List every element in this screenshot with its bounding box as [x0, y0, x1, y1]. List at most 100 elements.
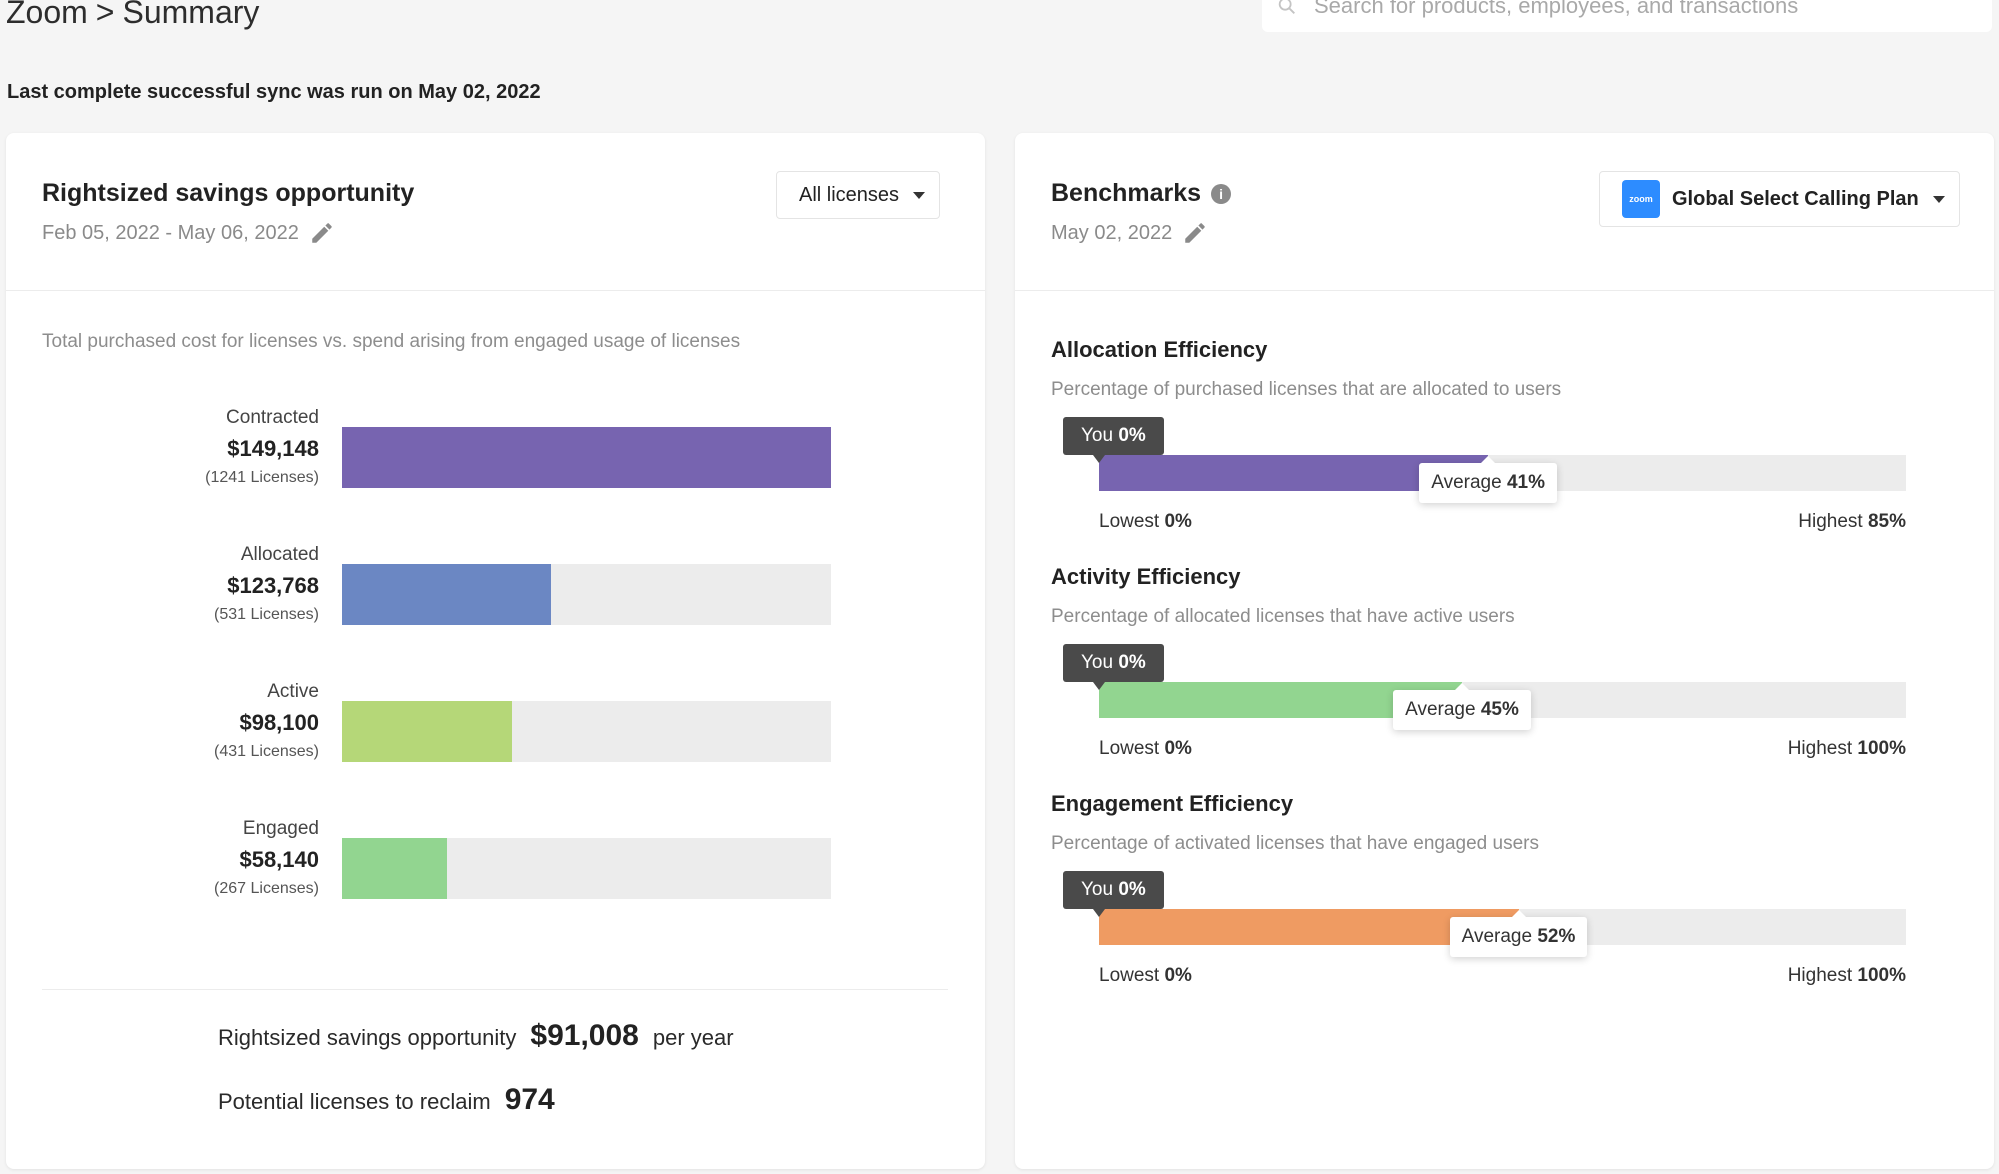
bar-track — [342, 427, 831, 488]
savings-card-title: Rightsized savings opportunity — [42, 179, 415, 207]
average-marker-tooltip: Average 41% — [1419, 456, 1557, 503]
benchmarks-date: May 02, 2022 — [1051, 220, 1208, 246]
reclaim-summary-label: Potential licenses to reclaim — [218, 1089, 491, 1114]
lowest-value: 0% — [1164, 738, 1192, 759]
caret-down-icon — [913, 191, 926, 199]
benchmarks-date-text: May 02, 2022 — [1051, 221, 1173, 244]
benchmark-title: Activity Efficiency — [1051, 564, 1241, 589]
savings-summary-unit: per year — [652, 1025, 734, 1050]
savings-card: Rightsized savings opportunity Feb 05, 2… — [6, 133, 985, 1169]
date-range-text: Feb 05, 2022 - May 06, 2022 — [42, 221, 299, 244]
range-lowest: Lowest 0% — [1099, 965, 1192, 987]
average-label: Average — [1461, 926, 1533, 947]
range-lowest: Lowest 0% — [1099, 738, 1192, 760]
bar-amount: $149,148 — [227, 436, 319, 461]
benchmarks-card-title: Benchmarks i — [1051, 179, 1232, 208]
search-input[interactable] — [1314, 0, 1954, 19]
you-label: You — [1081, 652, 1114, 673]
bar-fill — [342, 564, 552, 625]
savings-date-range: Feb 05, 2022 - May 06, 2022 — [42, 220, 335, 246]
zoom-logo-icon: zoom — [1622, 180, 1660, 218]
benchmark-title: Engagement Efficiency — [1051, 791, 1294, 816]
lowest-label: Lowest — [1099, 738, 1160, 759]
breadcrumb: Zoom > Summary — [6, 0, 259, 31]
lowest-label: Lowest — [1099, 511, 1160, 532]
range-highest: Highest 85% — [1798, 511, 1906, 533]
average-value: 41% — [1506, 472, 1545, 493]
benchmark-block: Activity Efficiency Percentage of allocat… — [1015, 564, 1994, 784]
benchmark-description: Percentage of allocated licenses that ha… — [1051, 606, 1515, 627]
you-value: 0% — [1118, 425, 1146, 446]
sync-status-text: Last complete successful sync was run on… — [7, 81, 541, 103]
license-bar-row: Active $98,100 (431 Licenses) — [6, 679, 985, 779]
bar-track — [342, 701, 831, 762]
bar-license-count: (431 Licenses) — [214, 743, 319, 760]
savings-summary-label: Rightsized savings opportunity — [218, 1025, 517, 1050]
range-highest: Highest 100% — [1788, 738, 1906, 760]
bar-amount: $123,768 — [227, 573, 319, 598]
bar-label: Engaged $58,140 (267 Licenses) — [214, 816, 319, 900]
highest-label: Highest — [1787, 965, 1853, 986]
search-bar[interactable] — [1262, 0, 1992, 32]
highest-value: 85% — [1867, 511, 1906, 532]
license-filter-dropdown[interactable]: All licenses — [776, 171, 941, 219]
edit-date-pencil-icon[interactable] — [309, 220, 335, 246]
breadcrumb-current-page: Summary — [122, 0, 260, 30]
info-icon[interactable]: i — [1211, 184, 1232, 204]
you-label: You — [1081, 425, 1114, 446]
bar-label: Allocated $123,768 (531 Licenses) — [214, 542, 319, 626]
bar-license-count: (1241 Licenses) — [205, 469, 319, 486]
average-value: 52% — [1537, 926, 1576, 947]
breadcrumb-separator: > — [95, 0, 115, 30]
license-bar-row: Allocated $123,768 (531 Licenses) — [6, 542, 985, 642]
lowest-value: 0% — [1164, 511, 1192, 532]
search-icon — [1278, 0, 1295, 14]
bar-license-count: (267 Licenses) — [214, 880, 319, 897]
range-lowest: Lowest 0% — [1099, 511, 1192, 533]
bar-fill — [342, 427, 831, 488]
plan-select-dropdown[interactable]: zoom Global Select Calling Plan — [1599, 171, 1960, 227]
you-marker-tooltip: You 0% — [1063, 417, 1164, 463]
divider — [42, 989, 948, 990]
benchmark-block: Allocation Efficiency Percentage of purch… — [1015, 337, 1994, 557]
reclaim-summary-value: 974 — [504, 1083, 555, 1116]
lowest-label: Lowest — [1099, 965, 1160, 986]
bar-license-count: (531 Licenses) — [214, 606, 319, 623]
bar-track — [342, 564, 831, 625]
edit-date-pencil-icon[interactable] — [1182, 220, 1208, 246]
benchmarks-card: Benchmarks i May 02, 2022 zoom Global Sel… — [1015, 133, 1994, 1169]
reclaim-summary: Potential licenses to reclaim 974 — [218, 1083, 569, 1117]
you-value: 0% — [1118, 652, 1146, 673]
average-marker-tooltip: Average 45% — [1393, 683, 1531, 730]
you-marker-tooltip: You 0% — [1063, 644, 1164, 690]
savings-card-header: Rightsized savings opportunity Feb 05, 2… — [6, 133, 985, 291]
average-value: 45% — [1480, 699, 1519, 720]
bar-category-name: Contracted — [226, 407, 319, 428]
plan-select-label: Global Select Calling Plan — [1672, 187, 1919, 210]
you-marker-tooltip: You 0% — [1063, 871, 1164, 917]
bar-fill — [342, 701, 512, 762]
breadcrumb-app-link[interactable]: Zoom — [6, 0, 88, 30]
bar-amount: $98,100 — [239, 710, 319, 735]
bar-category-name: Allocated — [240, 544, 319, 565]
bar-label: Active $98,100 (431 Licenses) — [214, 679, 319, 763]
highest-value: 100% — [1857, 738, 1906, 759]
lowest-value: 0% — [1164, 965, 1192, 986]
bar-label: Contracted $149,148 (1241 Licenses) — [205, 405, 319, 489]
range-highest: Highest 100% — [1788, 965, 1906, 987]
bar-category-name: Active — [267, 681, 319, 702]
benchmark-description: Percentage of purchased licenses that ar… — [1051, 379, 1562, 400]
savings-summary: Rightsized savings opportunity $91,008 p… — [218, 1019, 734, 1053]
bar-track — [342, 838, 831, 899]
benchmarks-title-text: Benchmarks — [1051, 179, 1202, 207]
bar-category-name: Engaged — [242, 818, 319, 839]
highest-label: Highest — [1787, 738, 1853, 759]
highest-value: 100% — [1857, 965, 1906, 986]
you-value: 0% — [1118, 879, 1146, 900]
license-bar-row: Engaged $58,140 (267 Licenses) — [6, 816, 985, 916]
average-label: Average — [1431, 472, 1502, 493]
benchmark-description: Percentage of activated licenses that ha… — [1051, 833, 1539, 854]
license-bar-row: Contracted $149,148 (1241 Licenses) — [6, 405, 985, 505]
highest-label: Highest — [1798, 511, 1863, 532]
benchmarks-card-header: Benchmarks i May 02, 2022 zoom Global Sel… — [1015, 133, 1994, 291]
